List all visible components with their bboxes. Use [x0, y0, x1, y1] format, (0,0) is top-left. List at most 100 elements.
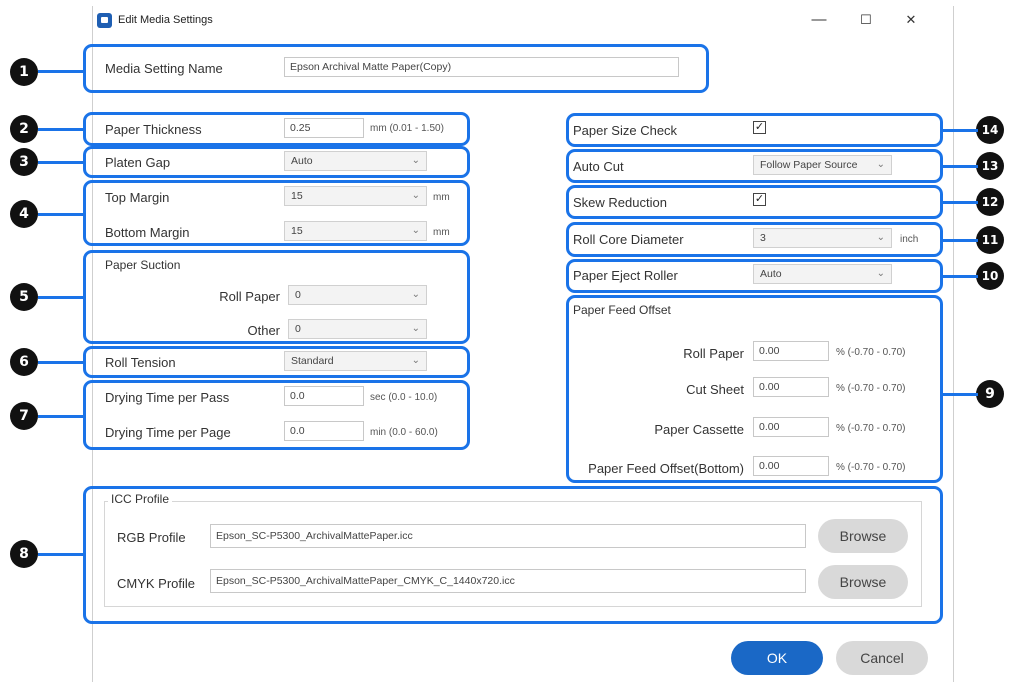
- suction-other-label: Other: [247, 323, 280, 338]
- bottom-margin-unit: mm: [433, 227, 450, 238]
- window-title: Edit Media Settings: [118, 14, 213, 26]
- roll-core-unit: inch: [900, 234, 919, 245]
- drying-page-range: min (0.0 - 60.0): [370, 427, 438, 438]
- callout-connector: [940, 393, 978, 396]
- roll-core-value: 3: [760, 232, 766, 244]
- drying-page-input[interactable]: 0.0: [284, 421, 364, 441]
- paper-thickness-input[interactable]: 0.25: [284, 118, 364, 138]
- callout-10: 10: [976, 262, 1004, 290]
- chevron-down-icon: ⌄: [876, 159, 885, 170]
- app-icon: [97, 13, 112, 28]
- skew-reduction-checkbox[interactable]: ✓: [753, 193, 766, 206]
- callout-connector: [940, 275, 978, 278]
- callout-connector: [940, 129, 978, 132]
- callout-connector: [38, 128, 84, 131]
- callout-4: 4: [10, 200, 38, 228]
- feed-offset-cassette-input[interactable]: 0.00: [753, 417, 829, 437]
- eject-roller-label: Paper Eject Roller: [573, 268, 678, 283]
- feed-offset-roll-input[interactable]: 0.00: [753, 341, 829, 361]
- bottom-margin-label: Bottom Margin: [105, 225, 190, 240]
- drying-page-label: Drying Time per Page: [105, 425, 231, 440]
- feed-offset-cut-sheet-input[interactable]: 0.00: [753, 377, 829, 397]
- chevron-down-icon: ⌄: [876, 232, 885, 243]
- chevron-down-icon: ⌄: [411, 323, 420, 334]
- feed-offset-row-label: Cut Sheet: [686, 382, 744, 397]
- callout-3: 3: [10, 148, 38, 176]
- rgb-profile-input[interactable]: Epson_SC-P5300_ArchivalMattePaper.icc: [210, 524, 806, 548]
- chevron-down-icon: ⌄: [411, 355, 420, 366]
- paper-size-check-checkbox[interactable]: ✓: [753, 121, 766, 134]
- paper-suction-label: Paper Suction: [105, 258, 181, 272]
- media-setting-name-label: Media Setting Name: [105, 61, 223, 76]
- chevron-down-icon: ⌄: [411, 289, 420, 300]
- paper-thickness-range: mm (0.01 - 1.50): [370, 123, 444, 134]
- callout-8: 8: [10, 540, 38, 568]
- top-margin-select[interactable]: 15 ⌄: [284, 186, 427, 206]
- maximize-button[interactable]: ☐: [855, 10, 877, 30]
- close-button[interactable]: ✕: [900, 10, 922, 30]
- callout-11: 11: [976, 226, 1004, 254]
- callout-14: 14: [976, 116, 1004, 144]
- ok-button[interactable]: OK: [731, 641, 823, 675]
- cmyk-profile-input[interactable]: Epson_SC-P5300_ArchivalMattePaper_CMYK_C…: [210, 569, 806, 593]
- callout-connector: [38, 361, 84, 364]
- auto-cut-select[interactable]: Follow Paper Source ⌄: [753, 155, 892, 175]
- drying-pass-input[interactable]: 0.0: [284, 386, 364, 406]
- chevron-down-icon: ⌄: [876, 268, 885, 279]
- feed-offset-row-range: % (-0.70 - 0.70): [836, 383, 906, 394]
- browse-cmyk-button[interactable]: Browse: [818, 565, 908, 599]
- suction-roll-value: 0: [295, 289, 301, 301]
- callout-5: 5: [10, 283, 38, 311]
- cancel-button[interactable]: Cancel: [836, 641, 928, 675]
- media-setting-name-input[interactable]: Epson Archival Matte Paper(Copy): [284, 57, 679, 77]
- suction-roll-label: Roll Paper: [219, 289, 280, 304]
- roll-core-select[interactable]: 3 ⌄: [753, 228, 892, 248]
- minimize-button[interactable]: —: [808, 10, 830, 30]
- skew-reduction-label: Skew Reduction: [573, 195, 667, 210]
- top-margin-label: Top Margin: [105, 190, 170, 205]
- auto-cut-value: Follow Paper Source: [760, 159, 858, 171]
- cmyk-profile-label: CMYK Profile: [117, 576, 196, 591]
- callout-connector: [38, 553, 84, 556]
- feed-offset-row-label: Roll Paper: [683, 346, 744, 361]
- feed-offset-row-range: % (-0.70 - 0.70): [836, 347, 906, 358]
- feed-offset-bottom-input[interactable]: 0.00: [753, 456, 829, 476]
- platen-gap-select[interactable]: Auto ⌄: [284, 151, 427, 171]
- callout-connector: [38, 213, 84, 216]
- drying-pass-range: sec (0.0 - 10.0): [370, 392, 438, 403]
- roll-core-label: Roll Core Diameter: [573, 232, 684, 247]
- chevron-down-icon: ⌄: [411, 155, 420, 166]
- callout-6: 6: [10, 348, 38, 376]
- roll-tension-value: Standard: [291, 355, 334, 367]
- bottom-margin-select[interactable]: 15 ⌄: [284, 221, 427, 241]
- eject-roller-select[interactable]: Auto ⌄: [753, 264, 892, 284]
- paper-size-check-label: Paper Size Check: [573, 123, 678, 138]
- platen-gap-label: Platen Gap: [105, 155, 171, 170]
- drying-pass-label: Drying Time per Pass: [105, 390, 230, 405]
- callout-9: 9: [976, 380, 1004, 408]
- roll-tension-label: Roll Tension: [105, 355, 176, 370]
- paper-thickness-label: Paper Thickness: [105, 122, 202, 137]
- top-margin-value: 15: [291, 190, 303, 202]
- feed-offset-row-label: Paper Feed Offset(Bottom): [588, 461, 744, 476]
- browse-rgb-button[interactable]: Browse: [818, 519, 908, 553]
- feed-offset-row-label: Paper Cassette: [654, 422, 744, 437]
- callout-2: 2: [10, 115, 38, 143]
- bottom-margin-value: 15: [291, 225, 303, 237]
- platen-gap-value: Auto: [291, 155, 313, 167]
- callout-connector: [38, 70, 84, 73]
- callout-connector: [38, 296, 84, 299]
- icc-profile-title: ICC Profile: [108, 492, 173, 506]
- feed-offset-row-range: % (-0.70 - 0.70): [836, 423, 906, 434]
- callout-1: 1: [10, 58, 38, 86]
- callout-connector: [940, 239, 978, 242]
- rgb-profile-label: RGB Profile: [117, 530, 186, 545]
- roll-tension-select[interactable]: Standard ⌄: [284, 351, 427, 371]
- suction-roll-select[interactable]: 0 ⌄: [288, 285, 427, 305]
- suction-other-select[interactable]: 0 ⌄: [288, 319, 427, 339]
- feed-offset-title: Paper Feed Offset: [573, 303, 671, 317]
- callout-connector: [38, 161, 84, 164]
- top-margin-unit: mm: [433, 192, 450, 203]
- auto-cut-label: Auto Cut: [573, 159, 624, 174]
- callout-12: 12: [976, 188, 1004, 216]
